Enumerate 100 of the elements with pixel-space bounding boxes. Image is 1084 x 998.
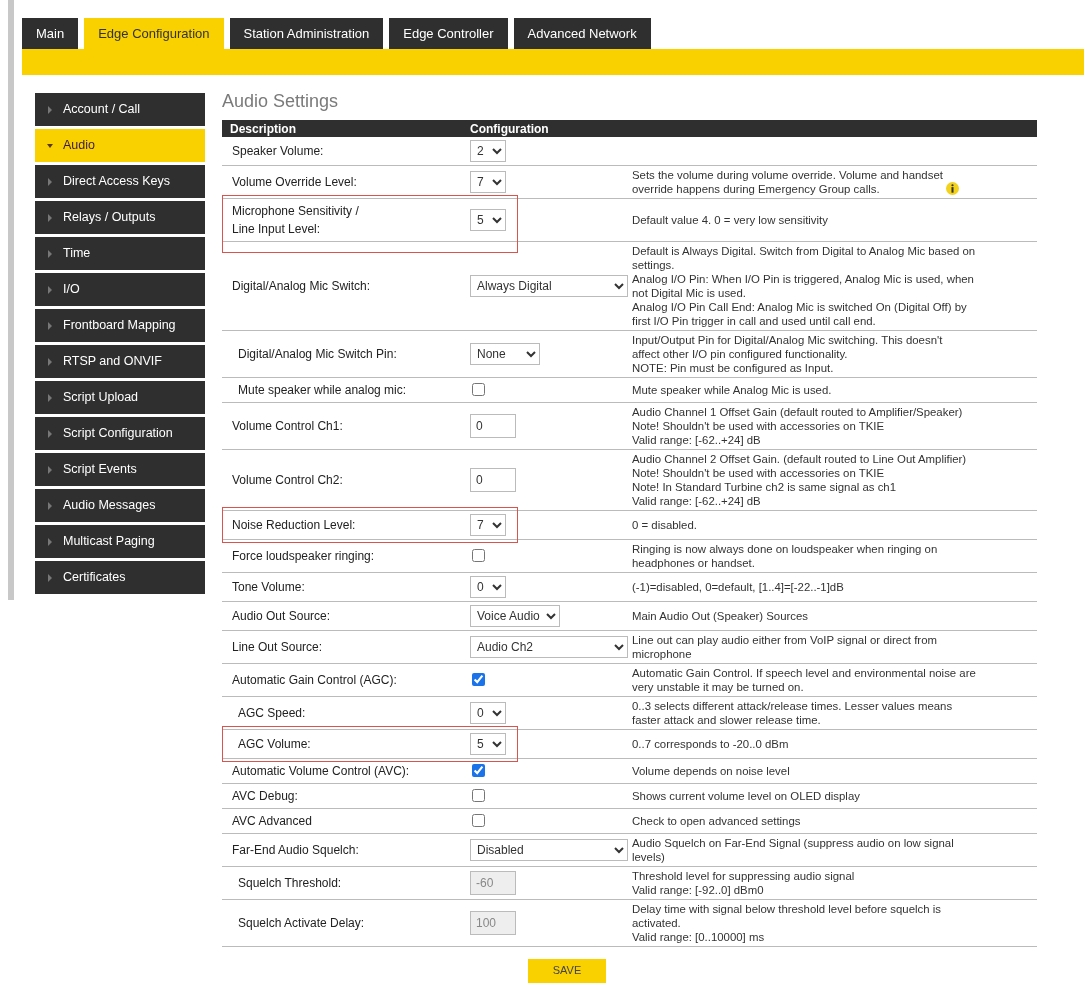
help-text: Default is Always Digital. Switch from Digital to Analog Mic based on settings. Analog I/O Pin: When I/O Pin is triggered, Analog Mic is used, when not Digital Mic is used. Analog I/O Pin Call End: Analog Mic is switched On (Digital Off) by first I/O Pin trigger in call and used until call end. [632,243,976,328]
caret-right-icon [47,393,53,402]
column-header: Description [229,120,297,138]
caret-down-icon [47,141,53,150]
help-text: Shows current volume level on OLED display [632,788,860,803]
checkbox[interactable] [472,383,485,397]
level-dropdown[interactable]: 2 [470,139,506,162]
input-field[interactable]: 0 [470,413,516,438]
caret-right-icon [47,501,53,510]
sidebar-item[interactable]: Audio Messages [35,489,205,522]
help-text: Main Audio Out (Speaker) Sources [632,608,808,623]
setting-label: Volume Control Ch1: [232,417,343,435]
setting-label: Squelch Activate Delay: [238,914,365,932]
setting-label: AGC Speed: [238,704,306,722]
sidebar-item[interactable]: Account / Call [35,93,205,126]
sidebar-item[interactable]: Audio [35,129,205,162]
caret-right-icon [47,249,53,258]
help-text: 0 = disabled. [632,517,697,532]
help-text: Threshold level for suppressing audio signal Valid range: [-92..0] dBm0 [632,868,855,897]
sidebar-item[interactable]: Relays / Outputs [35,201,205,234]
nav-tab[interactable]: Main [22,18,79,49]
help-text: Line out can play audio either from VoIP signal or direct from microphone [632,632,937,661]
sidebar-item[interactable]: Script Upload [35,381,205,414]
column-header: Configuration [469,120,550,138]
help-text: Delay time with signal below threshold level before squelch is activated. Valid range: [0..10000] ms [632,901,941,944]
help-text: Audio Squelch on Far-End Signal (suppress audio on low signal levels) [632,835,954,864]
setting-label: AVC Debug: [232,787,298,805]
caret-right-icon [47,537,53,546]
nav-tab[interactable]: Advanced Network [513,18,651,49]
caret-right-icon [47,465,53,474]
page-title: Audio Settings [222,91,340,113]
checkbox[interactable] [472,673,485,687]
setting-label: Mute speaker while analog mic: [238,381,407,399]
sidebar-item[interactable]: Time [35,237,205,270]
setting-label: Far-End Audio Squelch: [232,841,359,859]
checkbox[interactable] [472,814,485,828]
help-text: 0..3 selects different attack/release times. Lesser values means faster attack and slower release time. [632,698,953,727]
help-text: Mute speaker while Analog Mic is used. [632,382,832,397]
caret-right-icon [47,321,53,330]
dropdown[interactable]: Always Digital [470,274,628,297]
level-dropdown[interactable]: 7 [470,170,506,193]
caret-right-icon [47,285,53,294]
sidebar-item[interactable]: Direct Access Keys [35,165,205,198]
setting-label: Squelch Threshold: [238,874,342,892]
setting-label: Noise Reduction Level: [232,516,356,534]
setting-label: Speaker Volume: [232,142,324,160]
caret-right-icon [47,105,53,114]
sidebar-item[interactable]: Script Events [35,453,205,486]
sidebar-item[interactable]: Script Configuration [35,417,205,450]
dropdown[interactable]: Disabled [470,838,628,861]
level-dropdown[interactable]: 5 [470,208,506,231]
help-text: Ringing is now always done on loudspeaker when ringing on headphones or handset. [632,541,938,570]
setting-label: Digital/Analog Mic Switch Pin: [238,345,397,363]
help-text: Automatic Gain Control. If speech level and environmental noise are very unstable it may be turned on. [632,665,976,694]
caret-right-icon [47,213,53,222]
help-text: Sets the volume during volume override. Volume and handset override happens during Emergency Group calls. [632,167,943,196]
setting-label: Microphone Sensitivity / Line Input Level: [232,202,359,238]
dropdown[interactable]: Voice Audio [470,604,560,627]
setting-label: AGC Volume: [238,735,311,753]
setting-label: Digital/Analog Mic Switch: [232,277,371,295]
setting-label: Automatic Volume Control (AVC): [232,762,410,780]
help-text: Audio Channel 1 Offset Gain (default routed to Amplifier/Speaker) Note! Shouldn't be used with accessories on TKIE Valid range: [-62..+24] dB [632,404,963,447]
caret-right-icon [47,573,53,582]
setting-label: Volume Control Ch2: [232,471,343,489]
checkbox[interactable] [472,549,485,563]
sidebar-item[interactable]: Frontboard Mapping [35,309,205,342]
setting-label: Line Out Source: [232,638,323,656]
level-dropdown[interactable]: 0 [470,701,506,724]
setting-label: Audio Out Source: [232,607,331,625]
setting-label: Tone Volume: [232,578,305,596]
sidebar-item[interactable]: RTSP and ONVIF [35,345,205,378]
dropdown[interactable]: Audio Ch2 [470,635,628,658]
sidebar-item[interactable]: Multicast Paging [35,525,205,558]
level-dropdown[interactable]: 7 [470,513,506,536]
setting-label: Force loudspeaker ringing: [232,547,375,565]
help-text: Audio Channel 2 Offset Gain. (default routed to Line Out Amplifier) Note! Shouldn't be used with accessories on TKIE Note! In Standard Turbine ch2 is same signal as ch1 Valid range: [-62..+24] dB [632,451,967,508]
nav-tab[interactable]: Edge Configuration [84,18,224,49]
nav-tab[interactable]: Edge Controller [389,18,508,49]
help-text: Default value 4. 0 = very low sensitivity [632,212,828,227]
setting-label: Volume Override Level: [232,173,357,191]
save-button[interactable]: SAVE [528,958,606,983]
checkbox[interactable] [472,764,485,778]
caret-right-icon [47,357,53,366]
help-text: Input/Output Pin for Digital/Analog Mic switching. This doesn't affect other I/O pin configured functionality. NOTE: Pin must be configured as Input. [632,332,943,375]
setting-label: AVC Advanced [232,812,312,830]
sidebar-item[interactable]: I/O [35,273,205,306]
help-text: Check to open advanced settings [632,813,801,828]
dropdown[interactable]: None [470,342,540,365]
level-dropdown[interactable]: 0 [470,575,506,598]
level-dropdown[interactable]: 5 [470,732,506,755]
sidebar-item[interactable]: Certificates [35,561,205,594]
input-field[interactable]: 0 [470,467,516,492]
help-text: (-1)=disabled, 0=default, [1..4]=[-22..-1]dB [632,579,844,594]
help-text: 0..7 corresponds to -20..0 dBm [632,736,789,751]
nav-tab[interactable]: Station Administration [229,18,384,49]
setting-label: Automatic Gain Control (AGC): [232,671,397,689]
checkbox[interactable] [472,789,485,803]
caret-right-icon [47,429,53,438]
help-text: Volume depends on noise level [632,763,790,778]
caret-right-icon [47,177,53,186]
